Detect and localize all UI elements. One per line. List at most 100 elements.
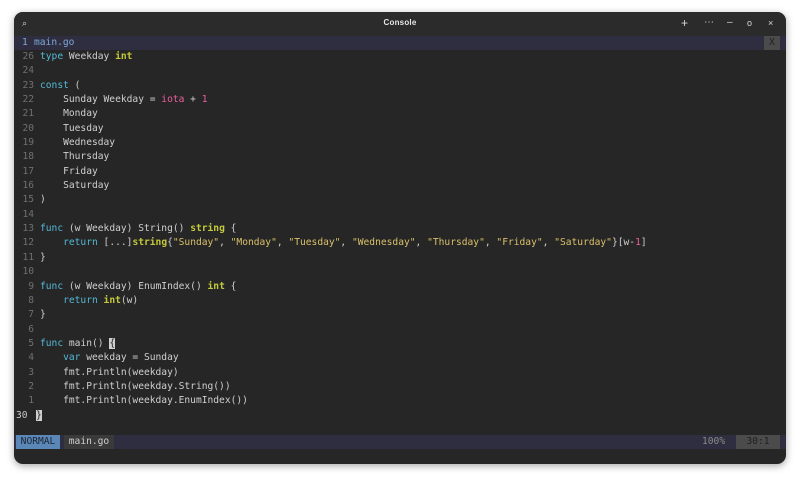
code-line[interactable]: 21 Monday bbox=[14, 107, 786, 121]
code-line[interactable]: 5 func main() { bbox=[14, 337, 786, 351]
code-token: + bbox=[184, 94, 202, 106]
line-code: fmt.Println(weekday.String()) bbox=[34, 381, 231, 392]
code-token: { bbox=[224, 223, 237, 235]
code-line[interactable]: 13 func (w Weekday) String() string { bbox=[14, 222, 786, 236]
cursor-position: 30:1 bbox=[736, 435, 780, 449]
line-number: 26 bbox=[22, 51, 34, 62]
code-line[interactable]: 24 bbox=[14, 64, 786, 78]
code-token: "Friday" bbox=[496, 237, 543, 249]
code-token: ] bbox=[640, 237, 647, 249]
close-icon[interactable]: × bbox=[768, 16, 773, 30]
code-line[interactable]: 20 Tuesday bbox=[14, 122, 786, 136]
tab-close-button[interactable]: X bbox=[764, 36, 780, 50]
line-code: Monday bbox=[34, 108, 98, 119]
line-code: fmt.Println(weekday.EnumIndex()) bbox=[34, 395, 248, 406]
code-token: Sunday Weekday = bbox=[40, 94, 162, 106]
code-line[interactable]: 22 Sunday Weekday = iota + 1 bbox=[14, 93, 786, 107]
code-line[interactable]: 15) bbox=[14, 193, 786, 207]
line-code: return [...]string{"Sunday", "Monday", "… bbox=[34, 237, 647, 248]
line-number: 8 bbox=[28, 294, 34, 306]
code-token: "Tuesday" bbox=[288, 237, 341, 249]
code-token: fmt.Println(weekday.String()) bbox=[40, 380, 231, 392]
code-token: string bbox=[190, 223, 225, 235]
line-code: Wednesday bbox=[34, 137, 115, 148]
plus-icon[interactable]: + bbox=[681, 16, 688, 30]
terminal-window: ⌕ Console + ⋯ – o × 1 main.go X 26 type W… bbox=[14, 12, 786, 464]
tab-filename[interactable]: main.go bbox=[34, 37, 74, 48]
code-token: "Wednesday" bbox=[351, 237, 416, 249]
minimize-icon[interactable]: – bbox=[727, 16, 733, 30]
line-number: 13 bbox=[22, 223, 34, 235]
code-token: Friday bbox=[40, 165, 98, 177]
line-number: 6 bbox=[28, 323, 34, 335]
code-token: { bbox=[224, 280, 237, 292]
line-code: func main() { bbox=[34, 337, 116, 349]
code-line[interactable]: 2 fmt.Println(weekday.String()) bbox=[14, 380, 786, 394]
code-token: var bbox=[63, 352, 87, 364]
code-line[interactable]: 6 bbox=[14, 323, 786, 337]
line-number: 11 bbox=[22, 251, 34, 263]
code-line[interactable]: 7} bbox=[14, 308, 786, 322]
code-token: Thursday bbox=[40, 151, 110, 163]
line-number: 19 bbox=[22, 137, 34, 149]
code-line[interactable]: 23 const ( bbox=[14, 79, 786, 93]
line-number: 4 bbox=[28, 352, 34, 364]
code-token: } bbox=[40, 251, 46, 263]
code-token: [...] bbox=[103, 237, 133, 249]
code-line[interactable]: 12 return [...]string{"Sunday", "Monday"… bbox=[14, 236, 786, 250]
code-token: weekday = Sunday bbox=[86, 352, 179, 364]
line-code: type Weekday int bbox=[34, 51, 132, 62]
line-number: 23 bbox=[22, 79, 34, 91]
code-token: fmt.Println(weekday.EnumIndex()) bbox=[40, 395, 248, 407]
code-line[interactable]: 30} bbox=[14, 409, 786, 423]
code-line[interactable]: 16 Saturday bbox=[14, 179, 786, 193]
maximize-icon[interactable]: o bbox=[747, 16, 752, 30]
line-number: 14 bbox=[22, 208, 34, 220]
line-number: 1 bbox=[28, 395, 34, 407]
code-line[interactable]: 10 bbox=[14, 265, 786, 279]
code-line[interactable]: 11} bbox=[14, 251, 786, 265]
code-line[interactable]: 19 Wednesday bbox=[14, 136, 786, 150]
terminal-area[interactable]: 1 main.go X 26 type Weekday int 24 23 const … bbox=[14, 36, 786, 464]
title-bar: ⌕ Console + ⋯ – o × bbox=[14, 12, 786, 36]
line-code: Saturday bbox=[34, 180, 109, 191]
editor-buffer[interactable]: 26 type Weekday int 24 23 const (22 Sunday W… bbox=[14, 50, 786, 423]
code-token: ( bbox=[74, 79, 81, 91]
code-token: return bbox=[63, 237, 104, 249]
text-cursor: } bbox=[36, 409, 42, 421]
code-line[interactable]: 18 Thursday bbox=[14, 150, 786, 164]
tab-number[interactable]: 1 bbox=[22, 37, 28, 48]
line-code: const ( bbox=[34, 80, 80, 91]
line-number: 5 bbox=[28, 337, 34, 349]
ellipsis-icon[interactable]: ⋯ bbox=[704, 16, 714, 30]
code-line[interactable]: 17 Friday bbox=[14, 165, 786, 179]
code-token: iota bbox=[161, 94, 185, 106]
line-number: 22 bbox=[22, 94, 34, 106]
code-token: func bbox=[40, 223, 69, 235]
mode-indicator: NORMAL bbox=[16, 435, 60, 449]
code-line[interactable]: 1 fmt.Println(weekday.EnumIndex()) bbox=[14, 394, 786, 408]
code-line[interactable]: 3 fmt.Println(weekday) bbox=[14, 366, 786, 380]
code-line[interactable]: 4 var weekday = Sunday bbox=[14, 351, 786, 365]
code-token: } bbox=[40, 309, 46, 321]
code-token: "Saturday" bbox=[554, 237, 612, 249]
code-line[interactable]: 14 bbox=[14, 208, 786, 222]
line-code: Thursday bbox=[34, 151, 109, 162]
code-line[interactable]: 26 type Weekday int bbox=[14, 50, 786, 64]
code-token: int bbox=[115, 51, 133, 62]
line-code: ) bbox=[34, 194, 46, 205]
code-token: return bbox=[63, 294, 104, 306]
code-token: , bbox=[415, 237, 428, 249]
code-line[interactable]: 9 func (w Weekday) EnumIndex() int { bbox=[14, 280, 786, 294]
line-code: Tuesday bbox=[34, 123, 103, 134]
line-number: 15 bbox=[22, 194, 34, 206]
line-number: 24 bbox=[22, 65, 34, 77]
line-code: func (w Weekday) String() string { bbox=[34, 223, 236, 234]
code-line[interactable]: 8 return int(w) bbox=[14, 294, 786, 308]
code-token: "Thursday" bbox=[427, 237, 485, 249]
code-token: , bbox=[276, 237, 289, 249]
